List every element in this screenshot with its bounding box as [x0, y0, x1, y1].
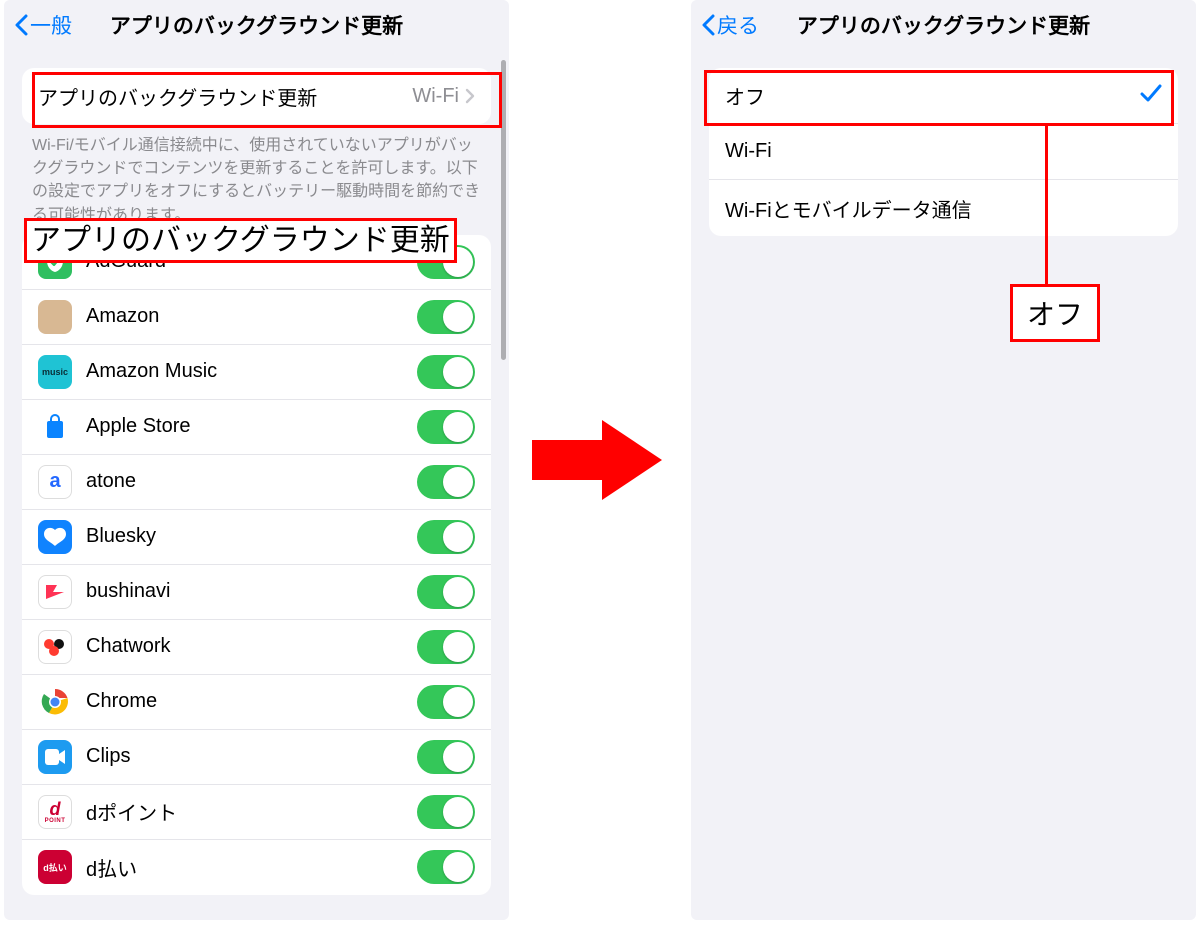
chevron-right-icon — [465, 88, 475, 104]
app-icon: d払い — [38, 850, 72, 884]
app-toggle[interactable] — [417, 740, 475, 774]
setting-group: アプリのバックグラウンド更新 Wi-Fi — [22, 68, 491, 124]
option-label: Wi-Fiとモバイルデータ通信 — [725, 194, 972, 223]
app-toggle[interactable] — [417, 355, 475, 389]
app-toggle[interactable] — [417, 795, 475, 829]
option-row[interactable]: オフ — [709, 68, 1178, 124]
option-label: Wi-Fi — [725, 140, 772, 163]
setting-label: アプリのバックグラウンド更新 — [38, 82, 317, 111]
app-icon: music — [38, 355, 72, 389]
background-refresh-setting-row[interactable]: アプリのバックグラウンド更新 Wi-Fi — [22, 68, 491, 124]
app-icon — [38, 685, 72, 719]
app-label: Bluesky — [86, 525, 156, 548]
app-toggle[interactable] — [417, 685, 475, 719]
app-toggle[interactable] — [417, 300, 475, 334]
options-group: オフ Wi-Fi Wi-Fiとモバイルデータ通信 — [709, 68, 1178, 236]
app-label: d払い — [86, 853, 137, 882]
option-label: オフ — [725, 81, 765, 110]
screen-background-refresh-options: 戻る アプリのバックグラウンド更新 オフ Wi-Fi Wi-Fiとモバイルデータ通信 — [691, 0, 1196, 920]
app-row: bushinavi — [22, 565, 491, 620]
app-icon: dPOINT — [38, 795, 72, 829]
app-row: music Amazon Music — [22, 345, 491, 400]
arrow-icon — [532, 415, 662, 505]
app-toggle[interactable] — [417, 850, 475, 884]
app-toggle[interactable] — [417, 410, 475, 444]
app-toggle[interactable] — [417, 575, 475, 609]
app-label: dポイント — [86, 797, 177, 826]
app-row: aatone — [22, 455, 491, 510]
app-label: bushinavi — [86, 580, 171, 603]
app-row: d払い d払い — [22, 840, 491, 895]
app-label: Apple Store — [86, 415, 191, 438]
app-toggle[interactable] — [417, 630, 475, 664]
app-icon — [38, 300, 72, 334]
app-icon — [38, 410, 72, 444]
apps-list: AdGuardAmazonmusicAmazon MusicApple Stor… — [22, 235, 491, 895]
option-row[interactable]: Wi-Fi — [709, 124, 1178, 180]
highlight-caption: アプリのバックグラウンド更新 — [24, 218, 457, 263]
app-row: Chrome — [22, 675, 491, 730]
back-button[interactable]: 一般 — [4, 10, 72, 40]
nav-title: アプリのバックグラウンド更新 — [4, 10, 509, 40]
app-label: Chrome — [86, 690, 157, 713]
app-label: Amazon Music — [86, 360, 217, 383]
app-toggle[interactable] — [417, 465, 475, 499]
checkmark-icon — [1140, 83, 1162, 108]
back-button[interactable]: 戻る — [691, 10, 759, 40]
app-icon: a — [38, 465, 72, 499]
app-row: Bluesky — [22, 510, 491, 565]
screen-background-refresh-list: 一般 アプリのバックグラウンド更新 アプリのバックグラウンド更新 Wi-Fi W… — [4, 0, 509, 920]
chevron-left-icon — [14, 14, 28, 36]
scrollbar[interactable] — [501, 60, 506, 360]
app-row: Amazon — [22, 290, 491, 345]
app-row: Apple Store — [22, 400, 491, 455]
app-icon — [38, 630, 72, 664]
app-label: atone — [86, 470, 136, 493]
nav-bar: 戻る アプリのバックグラウンド更新 — [691, 0, 1196, 50]
setting-value: Wi-Fi — [412, 85, 475, 108]
app-toggle[interactable] — [417, 520, 475, 554]
app-label: Amazon — [86, 305, 159, 328]
app-label: Clips — [86, 745, 130, 768]
callout-off: オフ — [1010, 284, 1100, 342]
app-icon — [38, 740, 72, 774]
app-row: dPOINT dポイント — [22, 785, 491, 840]
back-label: 戻る — [717, 10, 759, 40]
app-row: Clips — [22, 730, 491, 785]
nav-title: アプリのバックグラウンド更新 — [691, 10, 1196, 40]
chevron-left-icon — [701, 14, 715, 36]
app-row: Chatwork — [22, 620, 491, 675]
app-icon — [38, 520, 72, 554]
app-label: Chatwork — [86, 635, 170, 658]
back-label: 一般 — [30, 10, 72, 40]
setting-description: Wi-Fi/モバイル通信接続中に、使用されていないアプリがバックグラウンドでコン… — [4, 124, 509, 227]
nav-bar: 一般 アプリのバックグラウンド更新 — [4, 0, 509, 50]
option-row[interactable]: Wi-Fiとモバイルデータ通信 — [709, 180, 1178, 236]
app-icon — [38, 575, 72, 609]
callout-connector — [1045, 126, 1048, 286]
